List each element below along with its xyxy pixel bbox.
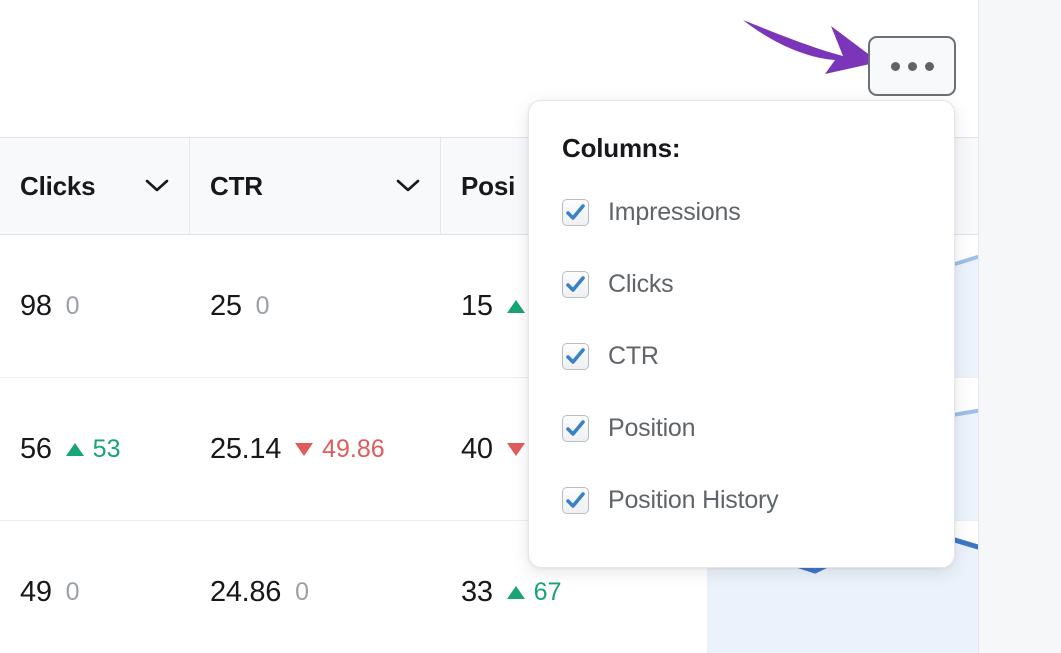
more-options-button[interactable] — [868, 36, 956, 96]
delta-value: 53 — [92, 434, 121, 463]
checkbox-checked-icon[interactable] — [562, 198, 589, 226]
cell-value: 40 — [461, 432, 493, 465]
cell-value: 25 — [210, 289, 242, 322]
delta-value: 49.86 — [322, 434, 385, 463]
checkbox-checked-icon[interactable] — [562, 270, 589, 298]
delta-value: 0 — [255, 291, 270, 320]
column-toggle-position-history[interactable]: Position History — [562, 476, 954, 524]
column-toggle-label: CTR — [608, 341, 659, 370]
delta-value: 0 — [65, 578, 80, 606]
page-edge-divider — [978, 0, 979, 653]
delta-value: 0 — [65, 291, 80, 320]
column-toggle-label: Impressions — [608, 197, 741, 226]
cell-ctr: 25 0 — [190, 235, 441, 377]
delta-value: 67 — [533, 578, 562, 606]
column-header-clicks[interactable]: Clicks — [0, 138, 190, 234]
triangle-up-icon — [506, 586, 525, 599]
page-gutter — [978, 0, 1061, 653]
columns-dropdown-panel: Columns: Impressions Clicks CTR Position — [528, 100, 955, 568]
chevron-down-icon[interactable] — [127, 179, 169, 193]
cell-delta: 67 — [506, 578, 562, 607]
cell-ctr: 24.86 0 — [190, 521, 441, 653]
triangle-up-icon — [506, 299, 525, 313]
cell-delta: 0 — [295, 578, 309, 607]
cell-clicks: 49 0 — [0, 521, 190, 653]
ellipsis-icon — [924, 61, 934, 71]
triangle-up-icon — [65, 442, 84, 456]
cell-delta: 0 — [66, 578, 80, 607]
cell-ctr: 25.14 49.86 — [190, 378, 441, 520]
column-toggle-label: Position History — [608, 485, 779, 514]
ellipsis-icon — [890, 61, 900, 71]
cell-value: 15 — [461, 289, 493, 322]
triangle-down-icon — [295, 442, 314, 456]
column-header-label: Posi — [461, 170, 516, 201]
cell-clicks: 98 0 — [0, 235, 190, 377]
column-toggle-clicks[interactable]: Clicks — [562, 260, 954, 308]
triangle-down-icon — [506, 442, 525, 456]
column-toggle-label: Clicks — [608, 269, 674, 298]
cell-value: 24.86 — [210, 576, 282, 608]
column-header-ctr[interactable]: CTR — [190, 138, 441, 234]
panel-title: Columns: — [562, 133, 681, 163]
cell-delta: 0 — [256, 292, 270, 321]
checkbox-checked-icon[interactable] — [562, 342, 589, 370]
column-header-label: Clicks — [20, 170, 96, 201]
cell-clicks: 56 53 — [0, 378, 190, 520]
checkbox-checked-icon[interactable] — [562, 414, 589, 442]
cell-delta: 0 — [66, 292, 80, 321]
cell-value: 98 — [20, 289, 52, 322]
column-toggle-label: Position — [608, 413, 696, 442]
cell-value: 56 — [20, 432, 52, 465]
cell-delta: 53 — [65, 434, 121, 464]
cell-value: 49 — [20, 576, 52, 608]
column-header-label: CTR — [210, 170, 263, 201]
column-toggle-position[interactable]: Position — [562, 404, 954, 452]
ellipsis-icon — [907, 61, 917, 71]
chevron-down-icon[interactable] — [378, 179, 420, 193]
annotation-arrow-icon — [735, 8, 885, 90]
cell-delta: 49.86 — [295, 435, 385, 464]
column-toggle-ctr[interactable]: CTR — [562, 332, 954, 380]
delta-value: 0 — [295, 578, 309, 606]
table-view: Clicks CTR Posi 98 0 25 0 15 56 53 25.14… — [0, 0, 1061, 653]
cell-value: 25.14 — [210, 432, 282, 465]
column-toggle-impressions[interactable]: Impressions — [562, 188, 954, 236]
checkbox-checked-icon[interactable] — [562, 486, 589, 514]
cell-value: 33 — [461, 576, 493, 608]
